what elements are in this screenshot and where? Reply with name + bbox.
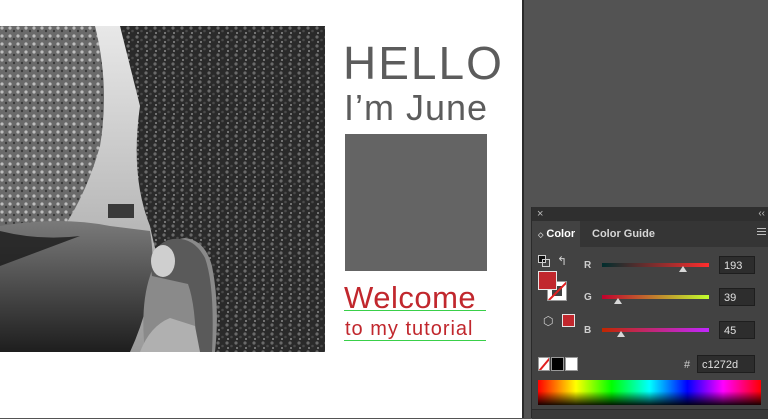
welcome-text-selection-baseline bbox=[344, 310, 486, 311]
green-slider-thumb[interactable] bbox=[614, 298, 623, 304]
hex-color-input[interactable]: c1272d bbox=[697, 355, 755, 373]
blue-value-input[interactable]: 45 bbox=[719, 321, 755, 339]
white-color-swatch[interactable] bbox=[565, 357, 578, 371]
red-slider[interactable] bbox=[602, 263, 709, 272]
panel-title-bar[interactable]: × ‹‹ bbox=[532, 207, 768, 221]
tutorial-text[interactable]: to my tutorial bbox=[345, 319, 473, 339]
red-channel-label: R bbox=[584, 260, 592, 271]
color-spectrum-bar[interactable] bbox=[538, 380, 761, 405]
black-color-swatch[interactable] bbox=[551, 357, 564, 371]
blue-slider-thumb[interactable] bbox=[616, 331, 625, 337]
headline-hello[interactable]: HELLO bbox=[343, 40, 504, 86]
blue-slider[interactable] bbox=[602, 328, 709, 337]
close-icon[interactable]: × bbox=[537, 207, 543, 221]
tab-color[interactable]: ◇ Color bbox=[532, 221, 580, 247]
tab-color-guide[interactable]: Color Guide bbox=[584, 221, 663, 247]
green-value-input[interactable]: 39 bbox=[719, 288, 755, 306]
green-channel-label: G bbox=[584, 292, 592, 303]
default-fill-stroke-icon[interactable] bbox=[538, 255, 550, 267]
gray-placeholder-rectangle[interactable] bbox=[345, 134, 487, 271]
none-color-swatch[interactable] bbox=[538, 357, 550, 371]
artboard-edge bbox=[522, 0, 524, 418]
panel-options-toggle-icon[interactable]: ◇ bbox=[538, 232, 543, 239]
tab-color-label: Color bbox=[546, 228, 576, 240]
green-slider[interactable] bbox=[602, 295, 709, 304]
red-slider-thumb[interactable] bbox=[678, 266, 687, 272]
fill-color-swatch[interactable] bbox=[538, 271, 557, 290]
hex-hash-label: # bbox=[684, 359, 691, 371]
closest-web-color-swatch[interactable] bbox=[562, 314, 575, 327]
photo-woman-by-river[interactable] bbox=[0, 26, 325, 352]
panel-menu-icon[interactable] bbox=[757, 228, 766, 238]
collapse-panel-icon[interactable]: ‹‹ bbox=[758, 207, 765, 221]
web-safe-cube-icon[interactable]: ⬡ bbox=[543, 314, 553, 328]
swap-fill-stroke-icon[interactable]: ↰ bbox=[557, 254, 567, 268]
panel-tab-strip: ◇ Color Color Guide bbox=[532, 221, 768, 247]
color-panel: × ‹‹ ◇ Color Color Guide ↰ ⬡ R 193 G 39 B… bbox=[531, 207, 768, 419]
red-value-input[interactable]: 193 bbox=[719, 256, 755, 274]
headline-im-june[interactable]: I’m June bbox=[344, 90, 488, 126]
artboard[interactable]: HELLO I’m June Welcome to my tutorial bbox=[0, 0, 522, 418]
tutorial-text-selection-baseline bbox=[344, 340, 486, 341]
welcome-text[interactable]: Welcome bbox=[344, 282, 476, 313]
blue-channel-label: B bbox=[584, 325, 592, 336]
